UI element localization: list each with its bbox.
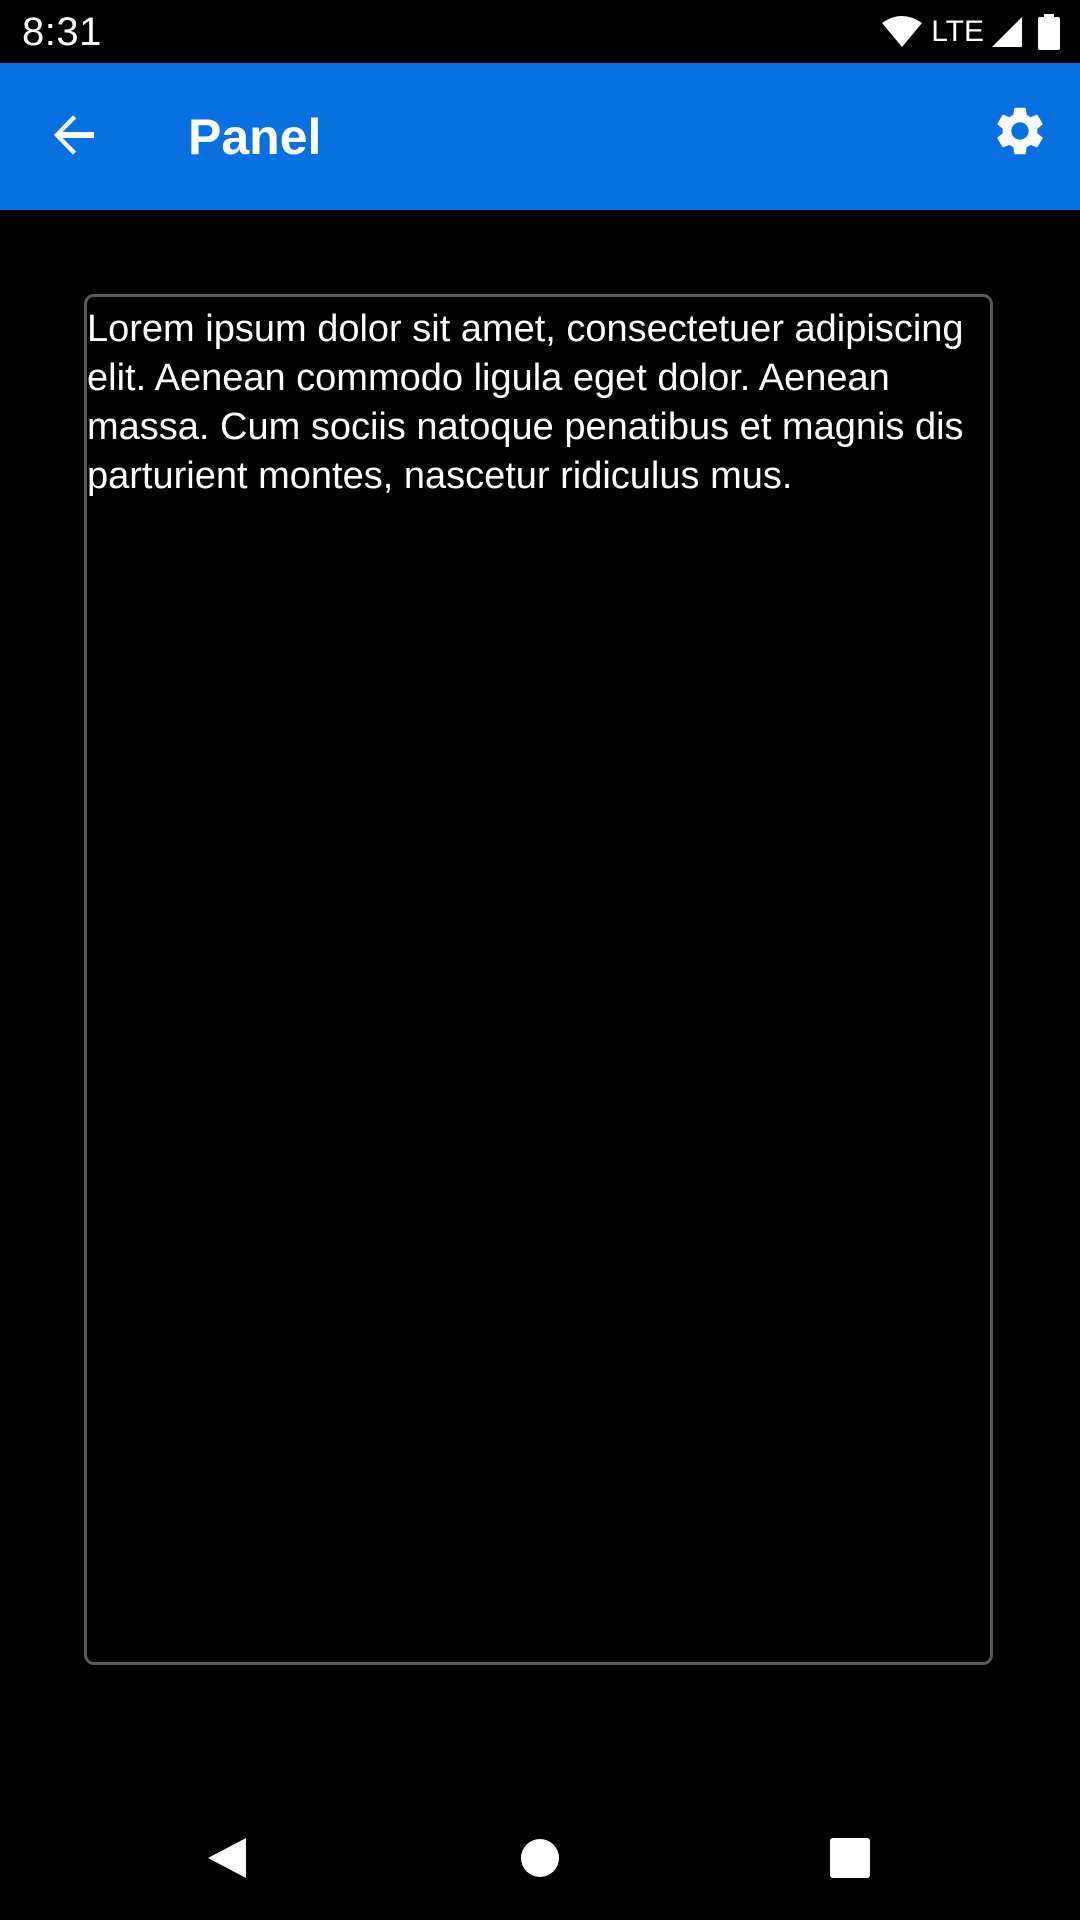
status-time: 8:31 xyxy=(22,10,102,54)
status-bar: 8:31 LTE xyxy=(0,0,1080,63)
network-label: LTE xyxy=(931,15,984,48)
battery-icon xyxy=(1038,14,1060,50)
cell-signal-icon xyxy=(990,15,1024,49)
nav-home-button[interactable] xyxy=(500,1820,580,1900)
nav-back-icon xyxy=(204,1834,248,1887)
settings-button[interactable] xyxy=(982,95,1058,171)
page-title: Panel xyxy=(188,109,322,165)
wifi-icon xyxy=(881,15,923,49)
screen: 8:31 LTE Panel Lorem ipsum dolor sit ame… xyxy=(0,0,1080,1920)
back-button[interactable] xyxy=(30,103,118,171)
panel-text: Lorem ipsum dolor sit amet, consectetuer… xyxy=(87,308,964,497)
status-icons: LTE xyxy=(881,12,1060,52)
app-bar: Panel xyxy=(0,63,1080,210)
arrow-back-icon xyxy=(50,111,98,164)
nav-home-icon xyxy=(520,1838,560,1883)
nav-recents-button[interactable] xyxy=(810,1820,890,1900)
gear-icon xyxy=(991,102,1049,165)
panel-text-area[interactable]: Lorem ipsum dolor sit amet, consectetuer… xyxy=(84,294,993,1665)
nav-recents-icon xyxy=(830,1837,870,1883)
navigation-bar xyxy=(0,1800,1080,1920)
nav-back-button[interactable] xyxy=(186,1820,266,1900)
